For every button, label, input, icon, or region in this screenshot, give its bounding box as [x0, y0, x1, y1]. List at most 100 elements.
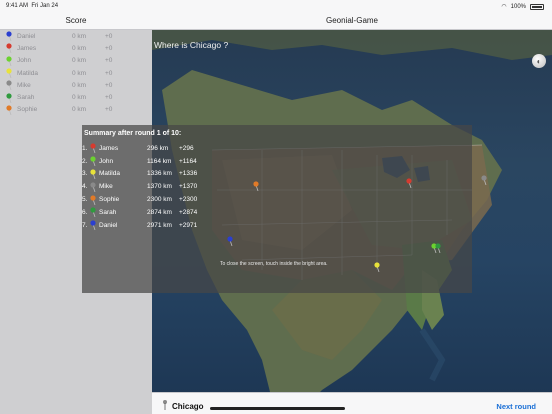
summary-row: 7. Daniel 2971 km +2971: [82, 219, 209, 232]
player-pin-icon: [5, 31, 15, 42]
summary-row: 6. Sarah 2874 km +2874: [82, 206, 209, 219]
score-title: Score: [65, 16, 87, 25]
summary-row: 2. John 1164 km +1164: [82, 155, 209, 168]
player-points: +0: [105, 57, 113, 65]
summary-points: +296: [179, 144, 194, 152]
summary-distance: 296 km: [147, 144, 169, 152]
summary-title: Summary after round 1 of 10:: [84, 130, 182, 137]
summary-rank: 4.: [82, 183, 88, 191]
summary-points: +2874: [179, 208, 198, 216]
summary-rank: 7.: [82, 221, 88, 229]
player-name: John: [17, 57, 32, 65]
map-pin-icon: [373, 262, 383, 272]
summary-points: +1336: [179, 170, 198, 178]
player-points: +0: [105, 69, 113, 77]
player-points: +0: [105, 81, 113, 89]
player-pin-icon: [5, 93, 15, 103]
summary-points: +1370: [179, 183, 198, 191]
player-name: Matilda: [17, 69, 38, 77]
player-distance: 0 km: [72, 44, 87, 52]
summary-distance: 2300 km: [147, 196, 172, 204]
app-title: Geonial-Game: [325, 16, 379, 25]
player-name: Sophie: [17, 106, 38, 114]
player-pin-icon: [89, 156, 99, 167]
summary-rank: 1.: [82, 144, 88, 152]
home-indicator: [210, 407, 345, 410]
summary-distance: 1164 km: [147, 157, 172, 165]
wifi-icon: ◠: [501, 4, 507, 10]
player-distance: 0 km: [72, 32, 87, 40]
player-pin-icon: [5, 80, 15, 91]
status-time-text: 9:41 AM: [6, 3, 29, 9]
summary-player-name: Sophie: [99, 196, 120, 204]
map-pin-icon: [480, 175, 490, 185]
summary-player-name: Sarah: [99, 208, 117, 216]
summary-rank: 3.: [82, 170, 88, 178]
player-distance: 0 km: [72, 69, 87, 77]
summary-points: +2971: [179, 221, 198, 229]
player-pin-icon: [89, 207, 99, 218]
summary-row: 4. Mike 1370 km +1370: [82, 180, 209, 193]
player-distance: 0 km: [72, 81, 87, 89]
battery-icon: [530, 3, 544, 10]
battery-percent: 100%: [510, 3, 526, 10]
player-pin-icon: [5, 56, 15, 66]
status-date: Fri Jan 24: [31, 3, 59, 9]
summary-row: 3. Matilda 1336 km +1336: [82, 168, 209, 181]
score-row: Sophie 0 km +0: [0, 104, 152, 116]
score-row: Matilda 0 km +0: [0, 67, 152, 79]
summary-rank: 2.: [82, 157, 88, 165]
globe-icon[interactable]: ◐: [532, 54, 546, 68]
close-hint: To close the screen, touch inside the br…: [220, 261, 328, 267]
player-points: +0: [105, 44, 113, 52]
player-distance: 0 km: [72, 94, 87, 102]
player-pin-icon: [89, 169, 99, 179]
next-round-button[interactable]: Next round: [496, 402, 536, 411]
player-points: +0: [105, 32, 113, 40]
bottom-bar: Chicago Next round: [152, 392, 552, 414]
score-row: Daniel 0 km +0: [0, 30, 152, 42]
summary-points: +2300: [179, 196, 198, 204]
player-pin-icon: [5, 105, 15, 115]
player-pin-icon: [5, 43, 15, 54]
summary-row: 1. James 296 km +296: [82, 142, 209, 155]
summary-row: 5. Sophie 2300 km +2300: [82, 193, 209, 206]
summary-rank: 6.: [82, 208, 88, 216]
player-name: Sarah: [17, 94, 35, 102]
status-right: ◠ 100%: [501, 3, 544, 10]
map-pin-icon: [226, 236, 236, 246]
player-name: Daniel: [17, 32, 36, 40]
question-text: Where is Chicago ?: [154, 40, 229, 50]
status-bar: 9:41 AM Fri Jan 24 ◠ 100%: [0, 0, 552, 12]
map-pin-icon: [434, 243, 444, 253]
target-city: Chicago: [172, 402, 204, 411]
status-time: 9:41 AM Fri Jan 24: [6, 3, 58, 9]
summary-player-name: Mike: [99, 183, 113, 191]
summary-player-name: Matilda: [99, 170, 120, 178]
player-pin-icon: [89, 143, 99, 154]
summary-distance: 2971 km: [147, 221, 172, 229]
player-name: Mike: [17, 81, 31, 89]
summary-distance: 1336 km: [147, 170, 172, 178]
summary-distance: 2874 km: [147, 208, 172, 216]
summary-points: +1164: [179, 157, 197, 165]
score-row: John 0 km +0: [0, 55, 152, 67]
summary-player-name: John: [99, 157, 114, 165]
score-row: Sarah 0 km +0: [0, 91, 152, 103]
summary-rank: 5.: [82, 196, 88, 204]
player-distance: 0 km: [72, 106, 87, 114]
score-row: James 0 km +0: [0, 42, 152, 54]
location-pin-icon: [163, 400, 167, 410]
player-points: +0: [105, 94, 113, 102]
player-pin-icon: [89, 194, 99, 205]
player-pin-icon: [89, 182, 99, 192]
player-distance: 0 km: [72, 57, 87, 65]
score-list: Daniel 0 km +0 James 0 km +0 John 0 km +0 Matilda…: [0, 30, 152, 116]
summary-player-name: Daniel: [99, 221, 118, 229]
summary-distance: 1370 km: [147, 183, 172, 191]
player-pin-icon: [89, 220, 99, 231]
summary-list: 1. James 296 km +296 2. John 1164 km +1164 3. Mat…: [82, 142, 209, 232]
player-pin-icon: [5, 68, 15, 79]
map-pin-icon: [252, 181, 262, 191]
score-row: Mike 0 km +0: [0, 79, 152, 91]
